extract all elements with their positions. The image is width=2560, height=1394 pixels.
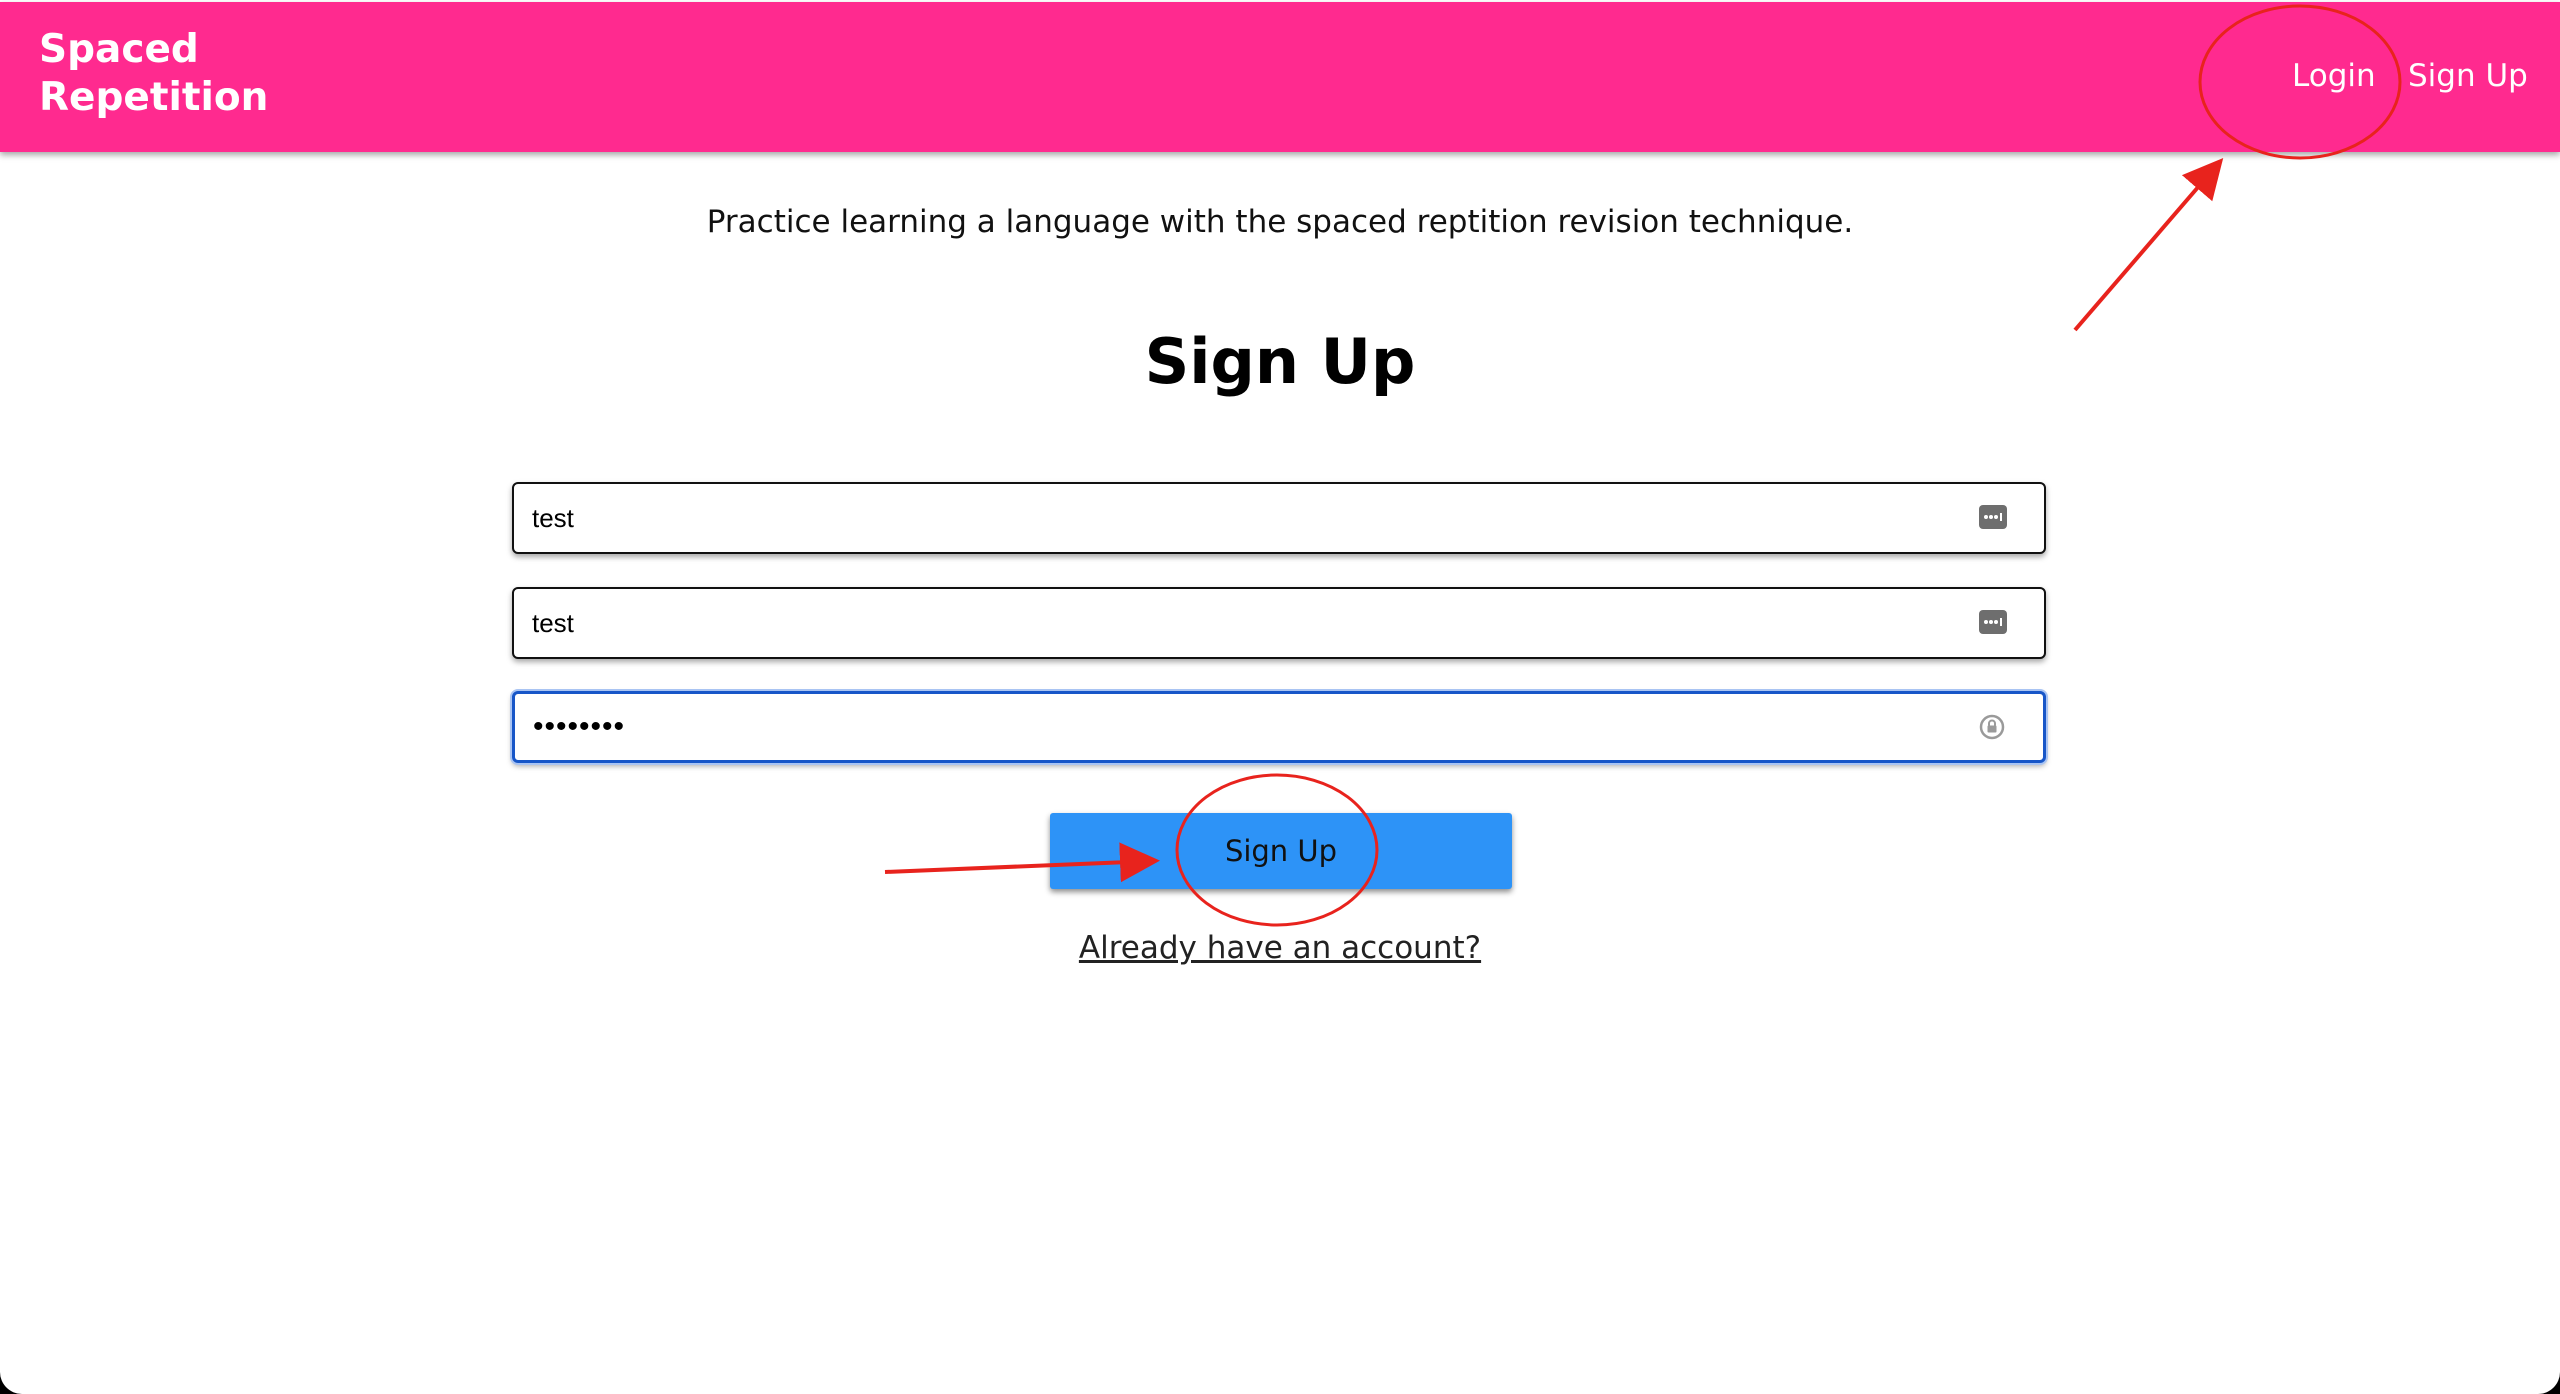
username-field-2[interactable] — [512, 587, 2046, 659]
password-input[interactable] — [533, 694, 1953, 760]
annotation-arrow-login — [2073, 157, 2224, 332]
sign-up-submit-button[interactable]: Sign Up — [1050, 813, 1512, 889]
username-field-1[interactable] — [512, 482, 2046, 554]
nav-login-link[interactable]: Login — [2292, 56, 2376, 96]
tagline: Practice learning a language with the sp… — [706, 204, 1854, 240]
password-field[interactable] — [512, 691, 2046, 763]
password-key-icon[interactable] — [1977, 712, 2007, 742]
site-header: Spaced Repetition Login Sign Up — [0, 2, 2560, 152]
autofill-dots-icon[interactable] — [1978, 502, 2008, 532]
brand-logo[interactable]: Spaced Repetition — [39, 26, 299, 122]
first-text-input[interactable] — [532, 484, 1952, 552]
already-have-account-row: Already have an account? — [0, 926, 2560, 970]
page-title: Sign Up — [1144, 325, 1416, 398]
second-text-input[interactable] — [532, 589, 1952, 657]
nav-signup-link[interactable]: Sign Up — [2408, 56, 2528, 96]
page: Spaced Repetition Login Sign Up Practice… — [0, 0, 2560, 1394]
autofill-dots-icon[interactable] — [1978, 607, 2008, 637]
already-have-account-link[interactable]: Already have an account? — [1079, 930, 1481, 966]
